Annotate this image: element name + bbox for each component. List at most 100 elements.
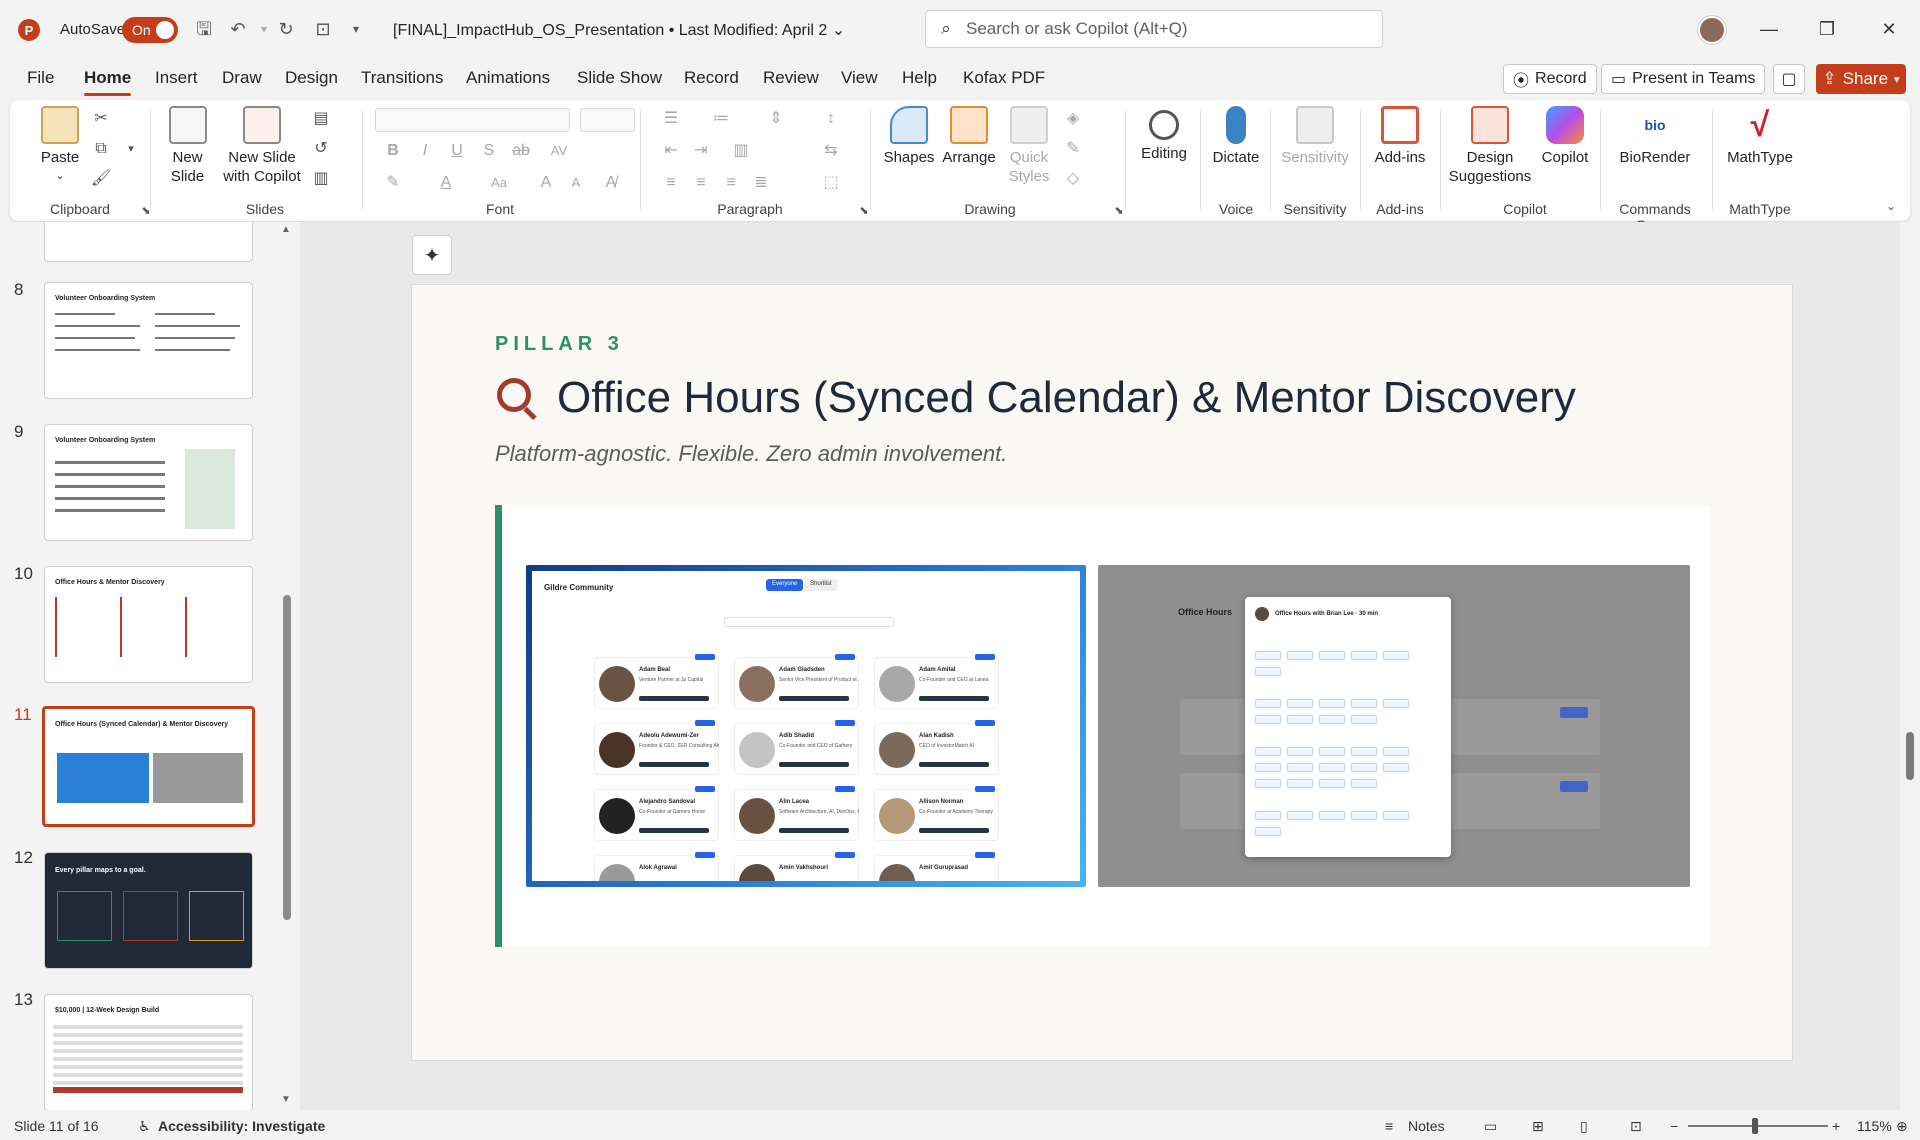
sort-icon[interactable]: ↕: [820, 108, 842, 130]
shape-outline-icon[interactable]: ✎: [1062, 138, 1084, 160]
font-color-icon[interactable]: A: [435, 172, 457, 194]
tab-record[interactable]: Record: [684, 68, 739, 88]
mathtype-button[interactable]: √ MathType: [1720, 106, 1800, 167]
redo-icon[interactable]: ↻: [275, 18, 297, 40]
slide-thumbnail-8[interactable]: Volunteer Onboarding System: [44, 282, 253, 399]
align-center-icon[interactable]: ≡: [690, 172, 712, 194]
drawing-launcher-icon[interactable]: ⬊: [1108, 200, 1130, 222]
slide-thumbnail-13[interactable]: $10,000 | 12-Week Design Build: [44, 994, 253, 1110]
arrange-button[interactable]: Arrange: [938, 106, 1000, 167]
slide-scrollbar[interactable]: [1900, 222, 1920, 1110]
text-direction-icon[interactable]: ⇆: [820, 140, 842, 162]
tab-insert[interactable]: Insert: [155, 68, 198, 88]
notes-button[interactable]: Notes: [1408, 1118, 1445, 1134]
change-case-icon[interactable]: Aa: [488, 172, 510, 194]
community-screenshot[interactable]: Gildre Community Everyone Shortlist Adam…: [526, 565, 1086, 887]
search-input[interactable]: ⌕ Search or ask Copilot (Alt+Q): [925, 10, 1383, 48]
undo-icon[interactable]: ↶: [227, 18, 249, 40]
slide[interactable]: PILLAR 3 Office Hours (Synced Calendar) …: [411, 284, 1793, 1061]
comments-button[interactable]: ▢: [1773, 64, 1805, 94]
close-icon[interactable]: ✕: [1874, 14, 1904, 44]
present-in-teams-button[interactable]: ▭ Present in Teams: [1601, 64, 1766, 94]
tab-review[interactable]: Review: [763, 68, 819, 88]
save-icon[interactable]: 🖫: [193, 18, 215, 40]
zoom-level[interactable]: 115%: [1857, 1118, 1892, 1134]
clear-formatting-icon[interactable]: A̸: [600, 172, 622, 194]
tab-slide-show[interactable]: Slide Show: [577, 68, 662, 88]
share-button[interactable]: ⇪ Share ▾: [1816, 64, 1906, 94]
slideshow-icon[interactable]: ⊡: [1630, 1118, 1642, 1135]
slide-thumbnail-7[interactable]: [44, 222, 253, 262]
clipboard-launcher-icon[interactable]: ⬊: [135, 200, 157, 222]
customize-toolbar-icon[interactable]: ▾: [345, 18, 367, 40]
font-size-select[interactable]: [580, 108, 635, 132]
slide-sorter-icon[interactable]: ⊞: [1532, 1118, 1544, 1135]
addins-button[interactable]: Add-ins: [1365, 106, 1435, 167]
section-icon[interactable]: ▥: [310, 168, 332, 190]
tab-help[interactable]: Help: [902, 68, 937, 88]
editing-button[interactable]: Editing: [1130, 106, 1198, 163]
reading-view-icon[interactable]: ▯: [1580, 1118, 1588, 1135]
design-suggestions-button[interactable]: Design Suggestions: [1445, 106, 1535, 186]
bullets-icon[interactable]: ☰: [660, 108, 682, 130]
collapse-ribbon-icon[interactable]: ⌄: [1880, 195, 1902, 217]
justify-icon[interactable]: ≣: [750, 172, 772, 194]
underline-icon[interactable]: U: [446, 140, 468, 162]
shape-effects-icon[interactable]: ◇: [1062, 168, 1084, 190]
thumbnail-scroll-up-icon[interactable]: ▲: [281, 224, 291, 235]
sensitivity-button[interactable]: Sensitivity: [1275, 106, 1355, 167]
smartart-icon[interactable]: ⬚: [820, 172, 842, 194]
thumbnail-scroll-down-icon[interactable]: ▼: [281, 1094, 291, 1105]
cut-icon[interactable]: ✂: [90, 108, 112, 130]
shapes-button[interactable]: Shapes: [878, 106, 940, 167]
tab-draw[interactable]: Draw: [222, 68, 262, 88]
slide-thumbnail-12[interactable]: Every pillar maps to a goal.: [44, 852, 253, 969]
tab-view[interactable]: View: [841, 68, 878, 88]
shape-fill-icon[interactable]: ◈: [1062, 108, 1084, 130]
numbering-icon[interactable]: ≔: [710, 108, 732, 130]
reset-icon[interactable]: ↺: [310, 138, 332, 160]
fit-to-window-icon[interactable]: ⊕: [1896, 1118, 1908, 1135]
tab-home[interactable]: Home: [84, 68, 132, 96]
slide-scrollbar-thumb[interactable]: [1906, 732, 1914, 780]
columns-icon[interactable]: ▥: [730, 140, 752, 162]
paragraph-launcher-icon[interactable]: ⬊: [853, 200, 875, 222]
copilot-button[interactable]: Copilot: [1535, 106, 1595, 167]
autosave-toggle[interactable]: On: [122, 17, 178, 43]
decrease-indent-icon[interactable]: ⇤: [660, 140, 682, 162]
document-title[interactable]: [FINAL]_ImpactHub_OS_Presentation • Last…: [393, 20, 845, 40]
new-slide-button[interactable]: New Slide: [160, 106, 215, 186]
account-avatar[interactable]: [1698, 16, 1726, 44]
tab-design[interactable]: Design: [285, 68, 338, 88]
tab-kofax-pdf[interactable]: Kofax PDF: [963, 68, 1045, 88]
slide-thumbnail-10[interactable]: Office Hours & Mentor Discovery: [44, 566, 253, 683]
tab-transitions[interactable]: Transitions: [361, 68, 444, 88]
zoom-slider[interactable]: [1688, 1125, 1828, 1127]
character-spacing-icon[interactable]: AV: [548, 140, 570, 162]
copy-dropdown-icon[interactable]: ▾: [120, 138, 142, 160]
biorender-button[interactable]: bio BioRender: [1610, 106, 1700, 167]
booking-modal[interactable]: Office Hours with Brian Lee · 30 min: [1245, 597, 1451, 857]
increase-font-icon[interactable]: A: [535, 172, 557, 194]
office-hours-screenshot[interactable]: Office Hours Office Hours with Brian Lee…: [1098, 565, 1690, 887]
strikethrough-icon[interactable]: ab: [510, 140, 532, 162]
line-spacing-icon[interactable]: ⇕: [765, 108, 787, 130]
quick-styles-button[interactable]: Quick Styles: [998, 106, 1060, 186]
align-left-icon[interactable]: ≡: [660, 172, 682, 194]
font-family-select[interactable]: [375, 108, 570, 132]
align-right-icon[interactable]: ≡: [720, 172, 742, 194]
zoom-out-icon[interactable]: −: [1670, 1118, 1678, 1134]
paste-button[interactable]: Paste ⌄: [30, 106, 90, 186]
designer-icon[interactable]: ✦: [412, 235, 452, 275]
layout-icon[interactable]: ▤: [310, 108, 332, 130]
bold-icon[interactable]: B: [382, 140, 404, 162]
zoom-slider-knob[interactable]: [1752, 1118, 1758, 1134]
format-painter-icon[interactable]: 🖌: [90, 168, 112, 190]
slide-thumbnail-11-selected[interactable]: Office Hours (Synced Calendar) & Mentor …: [42, 706, 255, 827]
highlight-icon[interactable]: ✎: [382, 172, 404, 194]
increase-indent-icon[interactable]: ⇥: [690, 140, 712, 162]
present-from-start-icon[interactable]: ⊡: [312, 18, 334, 40]
dictate-button[interactable]: Dictate: [1206, 106, 1266, 167]
thumbnail-scrollbar[interactable]: [283, 595, 291, 920]
record-button[interactable]: ⦿ Record: [1503, 64, 1597, 94]
